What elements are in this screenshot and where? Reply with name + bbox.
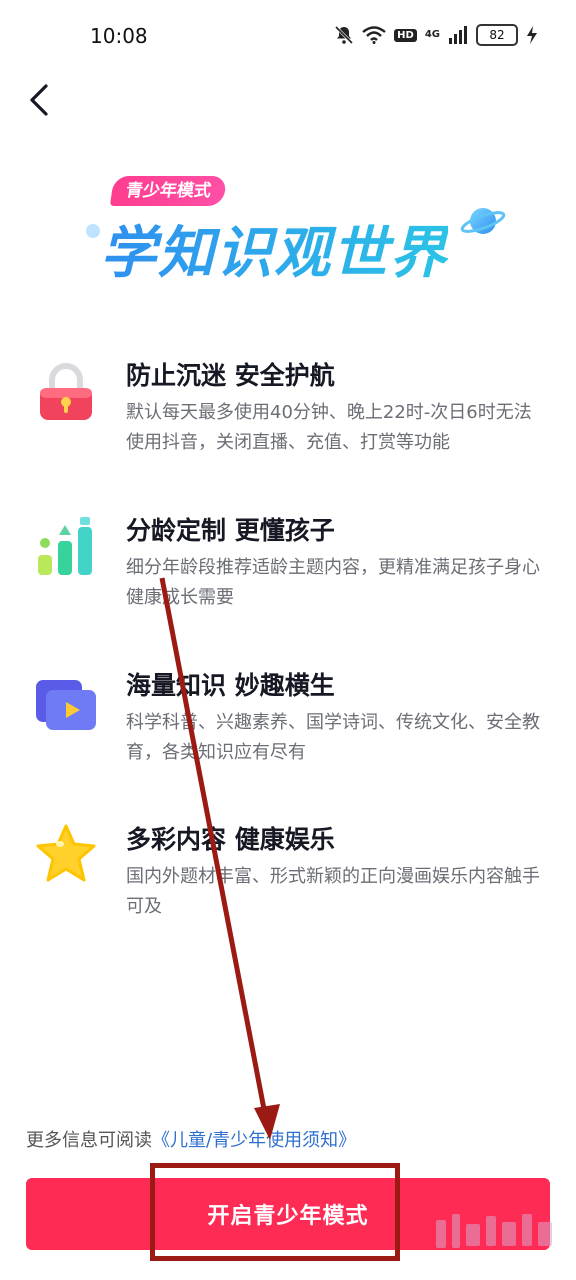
- feature-title: 防止沉迷 安全护航: [126, 361, 335, 390]
- feature-desc: 国内外题材丰富、形式新颖的正向漫画娱乐内容触手可及: [126, 866, 540, 917]
- feature-desc: 细分年龄段推荐适龄主题内容，更精准满足孩子身心健康成长需要: [126, 557, 540, 608]
- battery: 82: [476, 24, 518, 46]
- sparkle-decoration: [86, 224, 100, 238]
- video-folder-icon: [36, 680, 96, 730]
- feature-desc: 默认每天最多使用40分钟、晚上22时-次日6时无法使用抖音，关闭直播、充值、打赏…: [126, 402, 532, 453]
- feature-title: 分龄定制 更懂孩子: [126, 516, 335, 545]
- planet-icon: [460, 208, 506, 234]
- watermark: [436, 1214, 552, 1248]
- star-icon: [36, 824, 96, 882]
- more-info-prefix: 更多信息可阅读: [26, 1130, 152, 1151]
- charging-icon: [527, 26, 537, 44]
- hd-badge: HD: [394, 28, 417, 42]
- usage-notice-link[interactable]: 《儿童/青少年使用须知》: [152, 1130, 356, 1151]
- more-info-text: 更多信息可阅读《儿童/青少年使用须知》: [26, 1126, 356, 1152]
- feature-desc: 科学科普、兴趣素养、国学诗词、传统文化、安全教育，各类知识应有尽有: [126, 712, 540, 763]
- network-type: 4G: [424, 29, 440, 40]
- status-icons: HD 4G 82: [334, 24, 538, 46]
- feature-title: 多彩内容 健康娱乐: [126, 825, 335, 854]
- signal-icon: [449, 26, 467, 44]
- banner-badge: 青少年模式: [109, 176, 228, 206]
- bar-chart-icon: [38, 517, 92, 575]
- banner-title: 学知识观世界: [100, 208, 448, 289]
- wifi-icon: [362, 26, 386, 44]
- status-bar: 10:08 HD 4G 82: [0, 0, 576, 72]
- back-chevron-icon[interactable]: [22, 80, 62, 120]
- annotation-highlight-box: [150, 1163, 400, 1261]
- feature-title: 海量知识 妙趣横生: [126, 671, 335, 700]
- battery-level: 82: [476, 24, 518, 46]
- hero-banner: 青少年模式 学知识观世界: [86, 170, 506, 286]
- status-time: 10:08: [90, 24, 148, 48]
- lock-icon: [40, 363, 92, 420]
- mute-bell-icon: [335, 25, 354, 45]
